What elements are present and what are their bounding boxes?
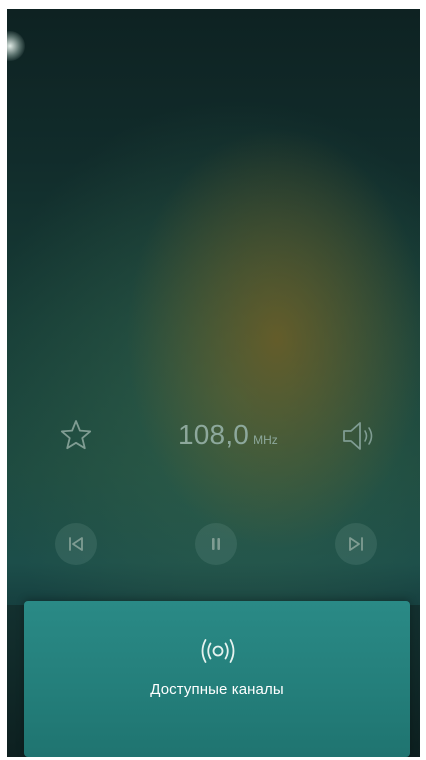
radio-screen: 108,0 MHz Доступные каналы [7, 9, 420, 757]
light-glow [7, 31, 25, 61]
pause-icon [212, 538, 220, 550]
star-outline-icon[interactable] [59, 418, 93, 452]
available-channels-button[interactable]: Доступные каналы [24, 601, 410, 757]
available-channels-label: Доступные каналы [150, 681, 284, 698]
pause-button[interactable] [195, 523, 237, 565]
frequency-display: 108,0 MHz [178, 419, 278, 451]
station-info-row: 108,0 MHz [7, 413, 420, 463]
frequency-value: 108,0 [178, 419, 250, 450]
skip-next-icon [349, 537, 363, 551]
frequency-unit: MHz [253, 433, 278, 447]
skip-previous-icon [69, 537, 83, 551]
next-station-button[interactable] [335, 523, 377, 565]
previous-station-button[interactable] [55, 523, 97, 565]
radio-broadcast-icon [198, 637, 238, 665]
speaker-icon[interactable] [340, 419, 382, 453]
playback-controls [7, 521, 420, 571]
